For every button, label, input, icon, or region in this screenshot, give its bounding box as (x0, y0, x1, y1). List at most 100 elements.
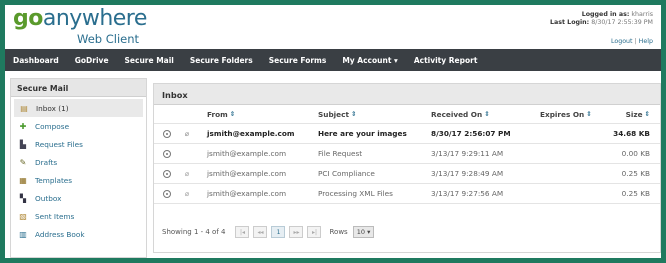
sort-icon: ⇕ (484, 110, 490, 118)
nav-secure-folders[interactable]: Secure Folders (190, 56, 253, 65)
templates-icon: ▦ (19, 175, 27, 185)
sidebar-item-request-files[interactable]: ▙ Request Files (11, 135, 146, 153)
sort-icon: ⇕ (229, 110, 236, 118)
sort-icon: ⇕ (644, 110, 650, 118)
sidebar-item-sent-items[interactable]: ▧ Sent Items (11, 207, 146, 225)
logo-subtitle: Web Client (77, 32, 140, 46)
row-select-radio[interactable] (162, 124, 172, 143)
inbox-title: Inbox (154, 84, 660, 105)
table-row[interactable]: ⌀ jsmith@example.com Processing XML File… (154, 184, 660, 204)
last-login-label: Last Login: (549, 19, 590, 26)
row-select-radio[interactable] (162, 184, 172, 203)
attachment-icon: ⌀ (184, 129, 190, 138)
column-header-label: Received On (431, 109, 483, 119)
chevron-down-icon: ▾ (367, 228, 371, 236)
table-row[interactable]: ⌀ jsmith@example.com Here are your image… (154, 124, 660, 144)
table-header-row: From ⇕ Subject ⇕ Received On ⇕ Expires On ⇕ … (154, 105, 660, 124)
cell-from: jsmith@example.com (207, 129, 295, 138)
row-select-radio[interactable] (162, 164, 172, 183)
radio-icon (163, 149, 171, 158)
radio-icon (163, 129, 171, 138)
prev-page-button[interactable]: ◂◂ (253, 226, 268, 238)
column-header-from[interactable]: From ⇕ (207, 105, 235, 123)
cell-from: jsmith@example.com (207, 149, 287, 158)
nav-godrive[interactable]: GoDrive (75, 56, 109, 65)
last-login-value: 8/30/17 2:55:39 PM (591, 19, 653, 26)
nav-my-account[interactable]: My Account ▾ (342, 56, 397, 65)
next-page-button[interactable]: ▸▸ (289, 226, 304, 238)
cell-from: jsmith@example.com (207, 169, 287, 178)
sort-icon: ⇕ (350, 110, 357, 118)
cell-size: 0.25 KB (621, 189, 650, 198)
request-files-icon: ▙ (19, 139, 27, 149)
sidebar-title: Secure Mail (11, 79, 146, 97)
row-select-radio[interactable] (162, 144, 172, 163)
sidebar-item-outbox[interactable]: ▚ Outbox (11, 189, 146, 207)
column-header-expires-on[interactable]: Expires On ⇕ (540, 105, 592, 123)
sidebar-item-label: Compose (35, 121, 70, 131)
inbox-icon: ▤ (20, 103, 28, 113)
drafts-icon: ✎ (19, 157, 27, 167)
cell-received-on: 8/30/17 2:56:07 PM (431, 129, 511, 138)
cell-received-on: 3/13/17 9:28:49 AM (431, 169, 504, 178)
logo-go-text: go (13, 6, 43, 31)
nav-activity-report[interactable]: Activity Report (414, 56, 478, 65)
logged-in-label: Logged in as: (581, 11, 630, 18)
nav-dashboard[interactable]: Dashboard (13, 56, 59, 65)
sidebar-item-address-book[interactable]: ▥ Address Book (11, 225, 146, 243)
sidebar-item-drafts[interactable]: ✎ Drafts (11, 153, 146, 171)
attachment-icon: ⌀ (184, 169, 190, 178)
inbox-panel: Inbox From ⇕ Subject ⇕ Received On ⇕ Expire… (153, 83, 661, 253)
sidebar-item-label: Outbox (35, 193, 62, 203)
cell-size: 34.68 KB (613, 129, 650, 138)
cell-received-on: 3/13/17 9:29:11 AM (431, 149, 504, 158)
sort-icon: ⇕ (586, 110, 592, 118)
rows-per-page-value: 10 (356, 228, 365, 236)
header: goanywhere Web Client Logged in as: khar… (5, 5, 661, 49)
logout-link[interactable]: Logout (611, 38, 633, 45)
column-header-subject[interactable]: Subject ⇕ (318, 105, 356, 123)
app-window: goanywhere Web Client Logged in as: khar… (5, 5, 661, 258)
sidebar-item-compose[interactable]: ✚ Compose (11, 117, 146, 135)
rows-per-page-select[interactable]: 10 ▾ (352, 226, 375, 238)
column-header-received-on[interactable]: Received On ⇕ (431, 105, 490, 123)
cell-subject: PCI Compliance (318, 169, 375, 178)
help-link[interactable]: Help (639, 38, 653, 45)
login-info: Logged in as: kharris Last Login: 8/30/1… (550, 11, 653, 27)
cell-received-on: 3/13/17 9:27:56 AM (431, 189, 504, 198)
sidebar-item-label: Request Files (35, 139, 83, 149)
logged-in-user: kharris (631, 11, 653, 18)
rows-label: Rows (329, 228, 348, 236)
column-header-label: Subject (318, 109, 349, 119)
cell-from: jsmith@example.com (207, 189, 287, 198)
radio-icon (163, 189, 171, 198)
table-row[interactable]: jsmith@example.com File Request 3/13/17 … (154, 144, 660, 164)
radio-icon (163, 169, 171, 178)
column-header-label: From (207, 109, 228, 119)
sent-items-icon: ▧ (19, 211, 27, 221)
attachment-icon: ⌀ (184, 189, 190, 198)
address-book-icon: ▥ (19, 229, 27, 239)
inbox-table: From ⇕ Subject ⇕ Received On ⇕ Expires On ⇕ … (154, 105, 660, 204)
cell-size: 0.25 KB (621, 169, 650, 178)
column-header-label: Expires On (540, 109, 585, 119)
goanywhere-logo[interactable]: goanywhere (13, 7, 147, 31)
sidebar-item-templates[interactable]: ▦ Templates (11, 171, 146, 189)
current-page-button[interactable]: 1 (271, 226, 286, 238)
header-links: Logout | Help (611, 38, 653, 45)
nav-secure-mail[interactable]: Secure Mail (125, 56, 174, 65)
sidebar-item-inbox[interactable]: ▤ Inbox (1) (14, 99, 143, 117)
sidebar-item-label: Sent Items (35, 211, 75, 221)
nav-secure-forms[interactable]: Secure Forms (269, 56, 327, 65)
column-header-size[interactable]: Size ⇕ (626, 105, 650, 123)
chevron-down-icon: ▾ (394, 55, 398, 65)
pagination-summary: Showing 1 - 4 of 4 (162, 228, 226, 236)
cell-size: 0.00 KB (621, 149, 650, 158)
pagination-bar: Showing 1 - 4 of 4 |◂ ◂◂ 1 ▸▸ ▸| Rows 10… (154, 222, 660, 242)
outbox-icon: ▚ (19, 193, 27, 203)
cell-subject: Here are your images (318, 129, 407, 138)
last-page-button[interactable]: ▸| (307, 226, 322, 238)
column-header-label: Size (625, 109, 643, 119)
first-page-button[interactable]: |◂ (235, 226, 250, 238)
table-row[interactable]: ⌀ jsmith@example.com PCI Compliance 3/13… (154, 164, 660, 184)
